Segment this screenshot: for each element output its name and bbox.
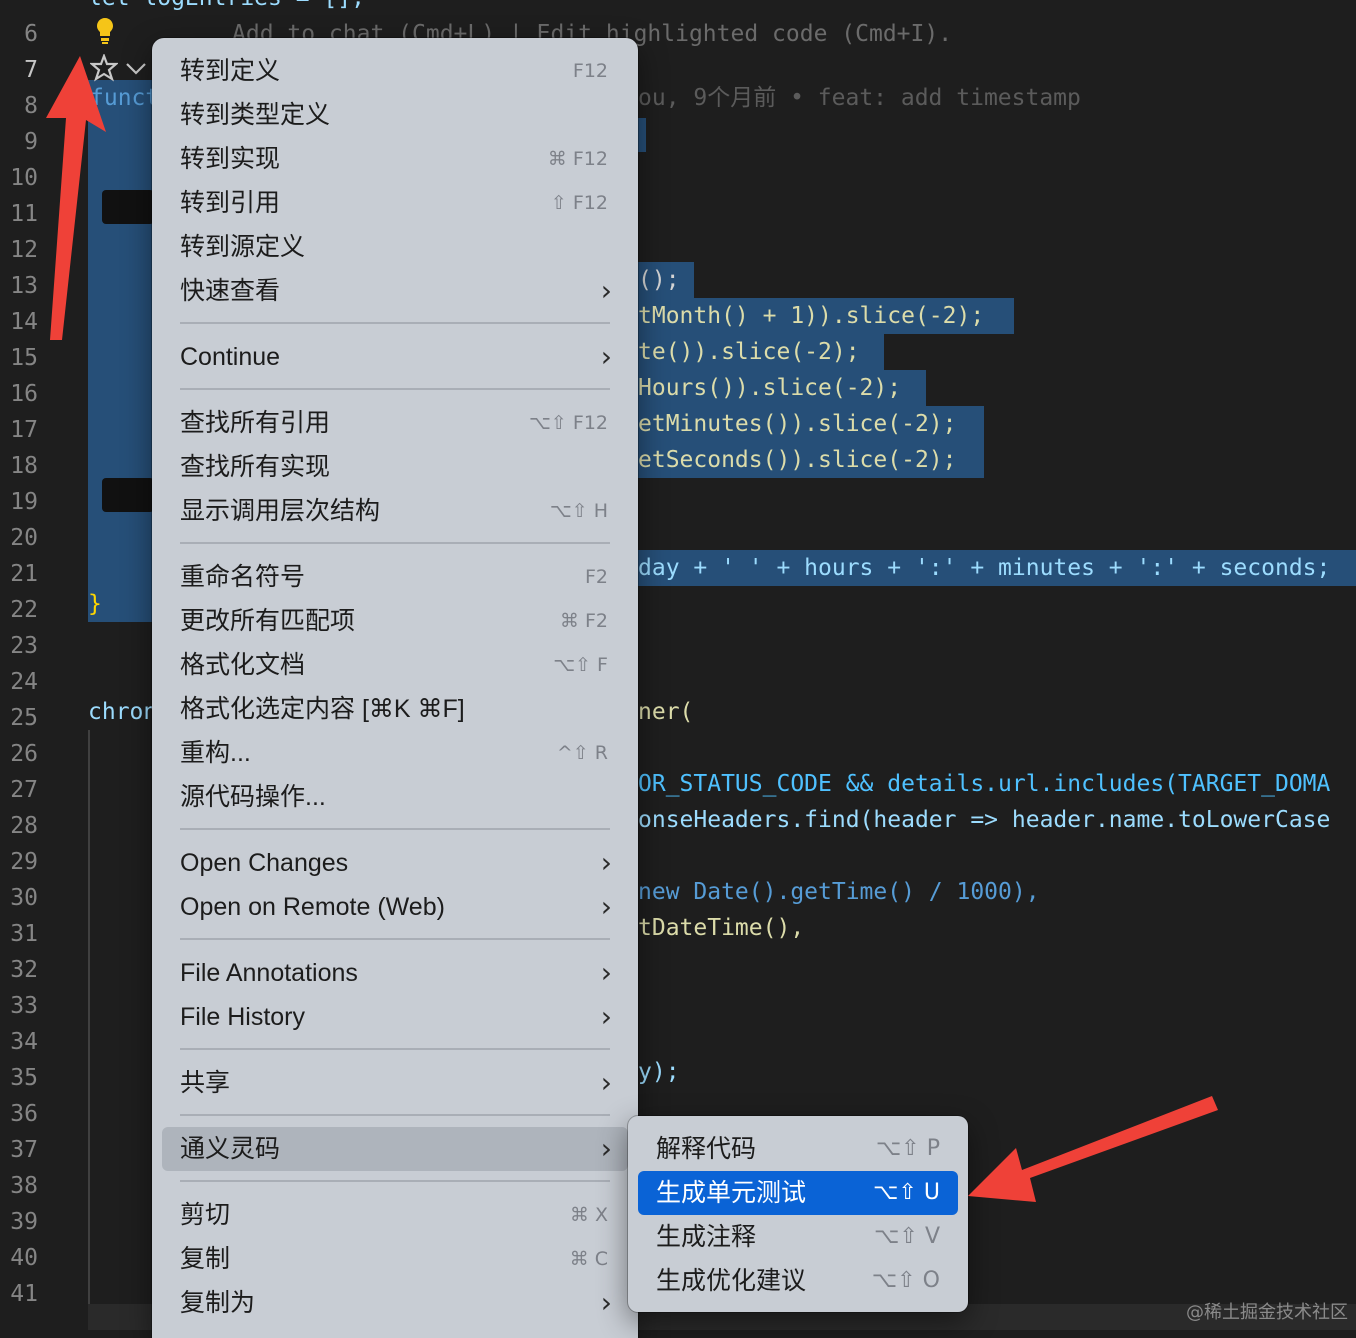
watermark: @稀土掘金技术社区 [1186,1302,1348,1323]
annotation-arrows [46,56,1218,1202]
arrow-up-annotation [46,56,106,340]
arrow-left-annotation [968,1096,1218,1202]
